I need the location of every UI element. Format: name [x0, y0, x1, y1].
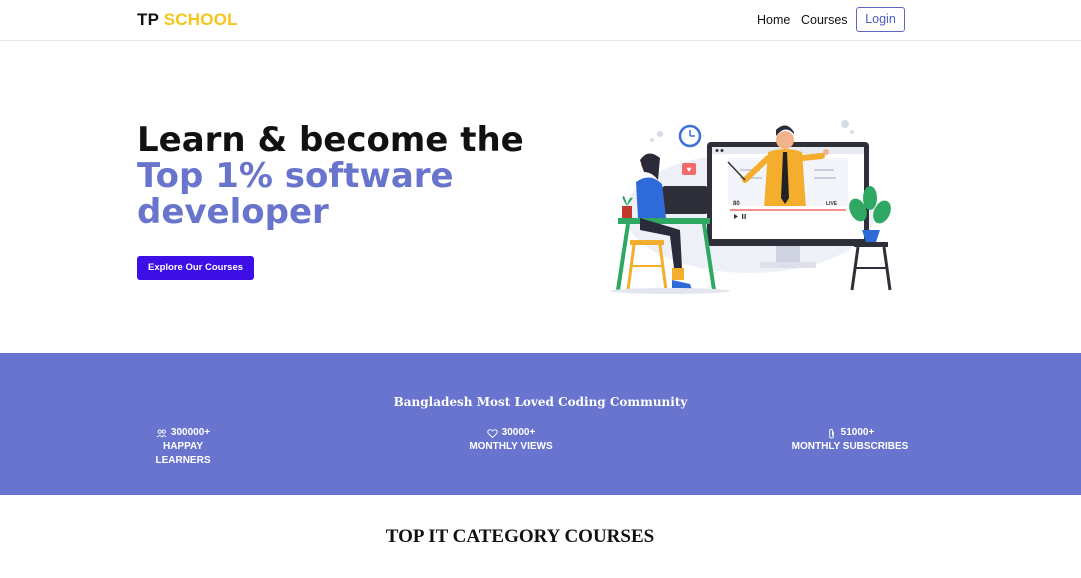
stat-views: 30000+ MONTHLY VIEWS [466, 426, 556, 454]
login-button[interactable]: Login [856, 7, 905, 32]
video-live-label: LIVE [826, 201, 838, 207]
stat-label: MONTHLY VIEWS [469, 441, 553, 452]
stats-banner: Bangladesh Most Loved Coding Community 3… [0, 353, 1081, 495]
svg-text:♥: ♥ [687, 165, 692, 174]
hero-illustration: ♥ 80 LIVE [610, 120, 892, 294]
navbar: TP SCHOOL Home Courses Login [0, 0, 1081, 41]
stat-number: 51000+ [840, 427, 875, 438]
paperclip-icon [828, 428, 834, 439]
hero-headline-line3: developer [137, 192, 329, 232]
video-likes-count: 80 [733, 201, 740, 207]
stat-learners: 300000+ HAPPAY LEARNERS [137, 426, 229, 468]
stat-subscribes: 51000+ MONTHLY SUBSCRIBES [790, 426, 910, 454]
hero-headline-line1: Learn & become the [137, 120, 524, 160]
explore-courses-button[interactable]: Explore Our Courses [137, 256, 254, 280]
stat-label: HAPPAY LEARNERS [155, 441, 211, 466]
brand-part2: SCHOOL [163, 10, 238, 29]
stat-number: 30000+ [501, 427, 536, 438]
heart-icon [486, 428, 498, 438]
stat-label: MONTHLY SUBSCRIBES [791, 441, 909, 452]
stats-title: Bangladesh Most Loved Coding Community [393, 395, 688, 409]
nav-home-link[interactable]: Home [757, 13, 790, 27]
people-icon [156, 429, 167, 437]
clock-icon [678, 124, 702, 148]
hero-headline-line2: Top 1% software [137, 156, 454, 196]
nav-courses-link[interactable]: Courses [801, 13, 848, 27]
courses-section-title: TOP IT CATEGORY COURSES [385, 526, 655, 547]
brand-logo[interactable]: TP SCHOOL [137, 10, 238, 30]
brand-part1: TP [137, 10, 159, 29]
hero-headline: Learn & become the Top 1% software devel… [137, 122, 524, 230]
stat-number: 300000+ [170, 427, 211, 438]
